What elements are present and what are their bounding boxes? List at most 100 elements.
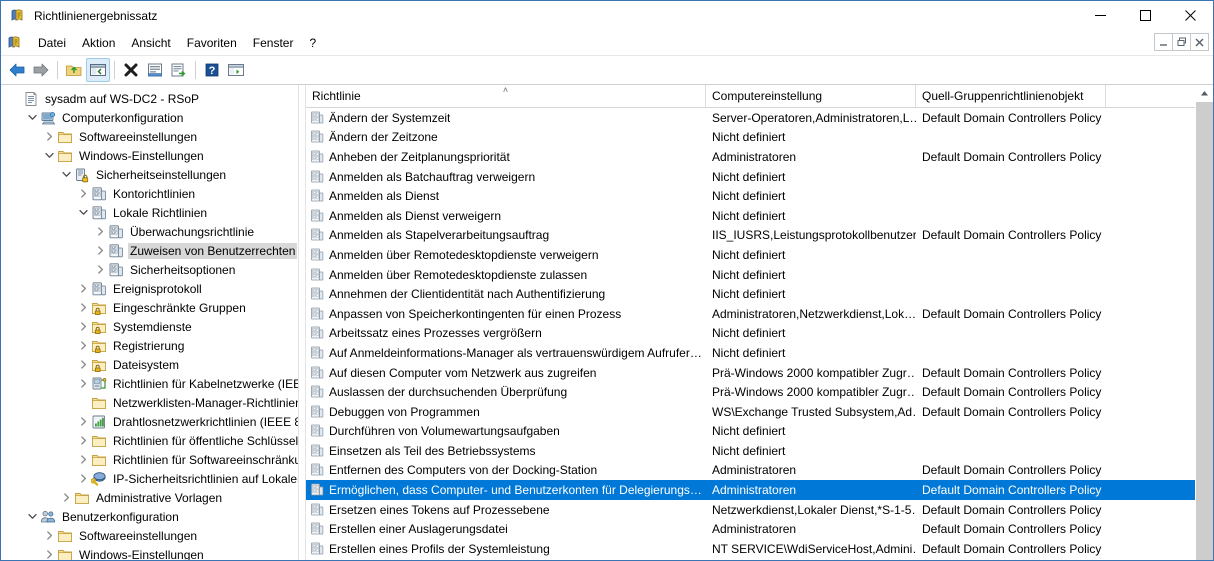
table-row[interactable]: Anheben der Zeitplanungspriorität Adminis… bbox=[306, 147, 1196, 167]
scrollbar-track[interactable] bbox=[1196, 102, 1213, 560]
list-vertical-scrollbar[interactable] bbox=[1195, 85, 1213, 560]
tree-item-systemdienste[interactable]: Systemdienste bbox=[1, 317, 298, 336]
tree-item-ip-sicherheitsrichtlinien-auf-lokaler-c[interactable]: IP-Sicherheitsrichtlinien auf Lokaler C bbox=[1, 469, 298, 488]
tree-item-eingeschr-nkte-gruppen[interactable]: Eingeschränkte Gruppen bbox=[1, 298, 298, 317]
table-row[interactable]: Arbeitssatz eines Prozesses vergrößern Ni… bbox=[306, 324, 1196, 344]
chevron-right-icon[interactable] bbox=[41, 547, 57, 561]
close-button[interactable] bbox=[1168, 1, 1213, 30]
help-icon[interactable]: ? bbox=[200, 58, 224, 82]
table-row[interactable]: Durchführen von Volumewartungsaufgaben Ni… bbox=[306, 422, 1196, 442]
menu-hilfe[interactable]: ? bbox=[301, 33, 324, 53]
column-computereinstellung[interactable]: Computereinstellung bbox=[706, 85, 916, 107]
menu-datei[interactable]: Datei bbox=[30, 33, 74, 53]
export-list-icon[interactable] bbox=[167, 58, 191, 82]
table-row[interactable]: Erstellen einer Auslagerungsdatei Adminis… bbox=[306, 519, 1196, 539]
tree-item-richtlinien-f-r-kabelnetzwerke-ieee-8[interactable]: Richtlinien für Kabelnetzwerke (IEEE 8 bbox=[1, 374, 298, 393]
chevron-right-icon[interactable] bbox=[41, 528, 57, 544]
show-hide-tree-icon[interactable] bbox=[86, 58, 110, 82]
tree-item-lokale-richtlinien[interactable]: Lokale Richtlinien bbox=[1, 203, 298, 222]
tree-item-ereignisprotokoll[interactable]: Ereignisprotokoll bbox=[1, 279, 298, 298]
menu-fenster[interactable]: Fenster bbox=[245, 33, 302, 53]
table-row[interactable]: Auf diesen Computer vom Netzwerk aus zug… bbox=[306, 363, 1196, 383]
show-contents-icon[interactable] bbox=[224, 58, 248, 82]
tree-item-benutzerkonfiguration[interactable]: Benutzerkonfiguration bbox=[1, 507, 298, 526]
tree-item-softwareeinstellungen[interactable]: Softwareeinstellungen bbox=[1, 127, 298, 146]
table-row[interactable]: Debuggen von Programmen WS\Exchange Trust… bbox=[306, 402, 1196, 422]
list-rows-container[interactable]: Ändern der Systemzeit Server-Operatoren,A… bbox=[306, 108, 1196, 560]
tree-item-registrierung[interactable]: Registrierung bbox=[1, 336, 298, 355]
table-row[interactable]: Ersetzen eines Tokens auf Prozessebene Ne… bbox=[306, 500, 1196, 520]
chevron-right-icon[interactable] bbox=[92, 224, 108, 240]
table-row[interactable]: Ändern der Zeitzone Nicht definiert bbox=[306, 128, 1196, 148]
chevron-right-icon[interactable] bbox=[75, 186, 91, 202]
tree-item-sysadm-auf-ws-dc2-rsop[interactable]: sysadm auf WS-DC2 - RSoP bbox=[1, 89, 298, 108]
mdi-minimize-button[interactable] bbox=[1154, 33, 1173, 51]
tree-item-sicherheitseinstellungen[interactable]: Sicherheitseinstellungen bbox=[1, 165, 298, 184]
tree-item-richtlinien-f-r-softwareeinschr-nkun[interactable]: Richtlinien für Softwareeinschränkun bbox=[1, 450, 298, 469]
minimize-button[interactable] bbox=[1078, 1, 1123, 30]
maximize-button[interactable] bbox=[1123, 1, 1168, 30]
chevron-right-icon[interactable] bbox=[75, 357, 91, 373]
tree-item-dateisystem[interactable]: Dateisystem bbox=[1, 355, 298, 374]
chevron-down-icon[interactable] bbox=[58, 167, 74, 183]
tree-item-netzwerklisten-manager-richtlinien[interactable]: Netzwerklisten-Manager-Richtlinien bbox=[1, 393, 298, 412]
mdi-close-button[interactable] bbox=[1190, 33, 1209, 51]
chevron-right-icon[interactable] bbox=[75, 300, 91, 316]
table-row[interactable]: Einsetzen als Teil des Betriebssystems Ni… bbox=[306, 441, 1196, 461]
table-row[interactable]: Auslassen der durchsuchenden Überprüfung… bbox=[306, 382, 1196, 402]
tree-item-windows-einstellungen[interactable]: Windows-Einstellungen bbox=[1, 146, 298, 165]
chevron-down-icon[interactable] bbox=[24, 110, 40, 126]
tree-item-zuweisen-von-benutzerrechten[interactable]: Zuweisen von Benutzerrechten bbox=[1, 241, 298, 260]
pane-splitter[interactable] bbox=[298, 85, 306, 560]
table-row[interactable]: Anmelden als Batchauftrag verweigern Nich… bbox=[306, 167, 1196, 187]
tree-item-kontorichtlinien[interactable]: Kontorichtlinien bbox=[1, 184, 298, 203]
chevron-right-icon[interactable] bbox=[92, 243, 108, 259]
table-row[interactable]: Ändern der Systemzeit Server-Operatoren,A… bbox=[306, 108, 1196, 128]
chevron-right-icon[interactable] bbox=[75, 471, 91, 487]
menu-favoriten[interactable]: Favoriten bbox=[179, 33, 245, 53]
tree-item-richtlinien-f-r-ffentliche-schl-ssel[interactable]: Richtlinien für öffentliche Schlüssel bbox=[1, 431, 298, 450]
tree-item-drahtlosnetzwerkrichtlinien-ieee-802[interactable]: Drahtlosnetzwerkrichtlinien (IEEE 802. bbox=[1, 412, 298, 431]
table-row[interactable]: Anmelden über Remotedesktopdienste verwe… bbox=[306, 245, 1196, 265]
table-row[interactable]: Ermöglichen, dass Computer- und Benutzer… bbox=[306, 480, 1196, 500]
chevron-right-icon[interactable] bbox=[75, 338, 91, 354]
tree-item-administrative-vorlagen[interactable]: Administrative Vorlagen bbox=[1, 488, 298, 507]
table-row[interactable]: Annehmen der Clientidentität nach Authen… bbox=[306, 284, 1196, 304]
table-row[interactable]: Anmelden als Stapelverarbeitungsauftrag I… bbox=[306, 226, 1196, 246]
tree-item-sicherheitsoptionen[interactable]: Sicherheitsoptionen bbox=[1, 260, 298, 279]
chevron-down-icon[interactable] bbox=[75, 205, 91, 221]
menu-aktion[interactable]: Aktion bbox=[74, 33, 123, 53]
chevron-right-icon[interactable] bbox=[75, 319, 91, 335]
scroll-up-button[interactable] bbox=[1196, 85, 1213, 102]
back-icon[interactable] bbox=[5, 58, 29, 82]
table-row[interactable]: Anmelden als Dienst verweigern Nicht defi… bbox=[306, 206, 1196, 226]
column-richtlinie[interactable]: ˄ Richtlinie bbox=[306, 85, 706, 107]
column-quell-gpo[interactable]: Quell-Gruppenrichtlinienobjekt bbox=[916, 85, 1106, 107]
table-row[interactable]: Entfernen des Computers von der Docking-… bbox=[306, 461, 1196, 481]
tree-item-softwareeinstellungen[interactable]: Softwareeinstellungen bbox=[1, 526, 298, 545]
console-tree[interactable]: sysadm auf WS-DC2 - RSoP Computerkonfigur… bbox=[1, 85, 298, 561]
chevron-right-icon[interactable] bbox=[75, 376, 91, 392]
chevron-right-icon[interactable] bbox=[75, 414, 91, 430]
chevron-down-icon[interactable] bbox=[24, 509, 40, 525]
tree-item-berwachungsrichtlinie[interactable]: Überwachungsrichtlinie bbox=[1, 222, 298, 241]
menu-ansicht[interactable]: Ansicht bbox=[123, 33, 178, 53]
chevron-down-icon[interactable] bbox=[41, 148, 57, 164]
delete-icon[interactable] bbox=[119, 58, 143, 82]
table-row[interactable]: Erstellen eines Profils der Systemleistu… bbox=[306, 539, 1196, 559]
properties-icon[interactable] bbox=[143, 58, 167, 82]
forward-icon[interactable] bbox=[29, 58, 53, 82]
mdi-restore-button[interactable] bbox=[1172, 33, 1191, 51]
tree-item-computerkonfiguration[interactable]: Computerkonfiguration bbox=[1, 108, 298, 127]
chevron-right-icon[interactable] bbox=[58, 490, 74, 506]
table-row[interactable]: Anmelden als Dienst Nicht definiert bbox=[306, 186, 1196, 206]
table-row[interactable]: Anmelden über Remotedesktopdienste zulas… bbox=[306, 265, 1196, 285]
chevron-right-icon[interactable] bbox=[75, 281, 91, 297]
tree-item-windows-einstellungen[interactable]: Windows-Einstellungen bbox=[1, 545, 298, 561]
chevron-right-icon[interactable] bbox=[41, 129, 57, 145]
chevron-right-icon[interactable] bbox=[75, 452, 91, 468]
chevron-right-icon[interactable] bbox=[75, 433, 91, 449]
up-folder-icon[interactable] bbox=[62, 58, 86, 82]
chevron-right-icon[interactable] bbox=[92, 262, 108, 278]
table-row[interactable]: Anpassen von Speicherkontingenten für ei… bbox=[306, 304, 1196, 324]
